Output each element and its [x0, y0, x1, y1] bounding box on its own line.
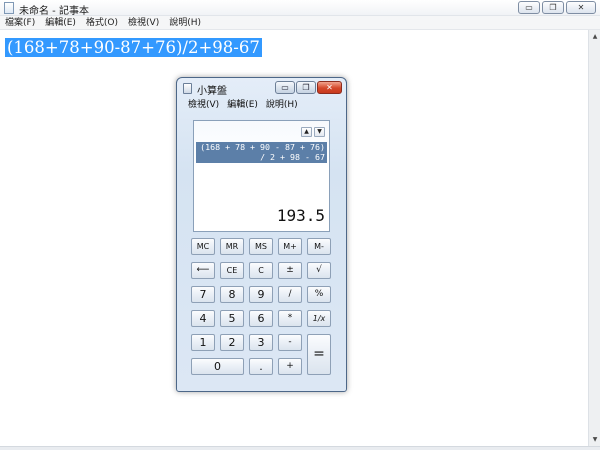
notepad-titlebar[interactable]: 未命名 - 記事本 ▭ ❐ ✕ — [0, 0, 600, 17]
menu-edit[interactable]: 編輯(E) — [45, 16, 76, 29]
result-value: 193.5 — [276, 206, 325, 225]
clear-button[interactable]: C — [249, 262, 273, 279]
memory-clear-button[interactable]: MC — [191, 238, 215, 255]
calc-menu-view[interactable]: 檢視(V) — [188, 98, 219, 112]
divide-button[interactable]: / — [278, 286, 302, 303]
calculator-window: 小算盤 ▭ ❐ ✕ 檢視(V) 編輯(E) 說明(H) ▲ ▼ (168 + 7… — [176, 77, 347, 392]
menu-file[interactable]: 檔案(F) — [5, 16, 35, 29]
menu-format[interactable]: 格式(O) — [86, 16, 118, 29]
calc-menu-edit[interactable]: 編輯(E) — [227, 98, 258, 112]
digit-8-button[interactable]: 8 — [220, 286, 244, 303]
add-button[interactable]: + — [278, 358, 302, 375]
calculator-restore-button[interactable]: ❐ — [296, 81, 316, 94]
memory-recall-button[interactable]: MR — [220, 238, 244, 255]
digit-7-button[interactable]: 7 — [191, 286, 215, 303]
notepad-close-button[interactable]: ✕ — [566, 1, 596, 14]
notepad-menubar: 檔案(F) 編輯(E) 格式(O) 檢視(V) 說明(H) — [0, 16, 600, 30]
calc-menu-help[interactable]: 說明(H) — [266, 98, 298, 112]
clear-entry-button[interactable]: CE — [220, 262, 244, 279]
digit-2-button[interactable]: 2 — [220, 334, 244, 351]
equals-button[interactable]: = — [307, 334, 331, 375]
memory-subtract-button[interactable]: M- — [307, 238, 331, 255]
calculator-display: ▲ ▼ (168 + 78 + 90 - 87 + 76) / 2 + 98 -… — [193, 120, 330, 232]
expression-history[interactable]: (168 + 78 + 90 - 87 + 76) / 2 + 98 - 67 — [196, 142, 327, 163]
digit-1-button[interactable]: 1 — [191, 334, 215, 351]
plus-minus-button[interactable]: ± — [278, 262, 302, 279]
expression-line-1: (168 + 78 + 90 - 87 + 76) — [200, 142, 325, 152]
notepad-vertical-scrollbar[interactable]: ▲ ▼ — [588, 30, 600, 447]
menu-help[interactable]: 說明(H) — [169, 16, 201, 29]
history-down-icon[interactable]: ▼ — [314, 127, 325, 137]
notepad-restore-button[interactable]: ❐ — [542, 1, 564, 14]
menu-view[interactable]: 檢視(V) — [128, 16, 159, 29]
calculator-minimize-button[interactable]: ▭ — [275, 81, 295, 94]
expression-line-2: / 2 + 98 - 67 — [260, 152, 325, 162]
notepad-window-title: 未命名 - 記事本 — [19, 6, 89, 17]
scroll-down-arrow-icon[interactable]: ▼ — [590, 434, 600, 446]
notepad-bottom-edge — [0, 446, 600, 450]
percent-button[interactable]: % — [307, 286, 331, 303]
digit-5-button[interactable]: 5 — [220, 310, 244, 327]
reciprocal-button[interactable]: 1/x — [307, 310, 331, 327]
square-root-button[interactable]: √ — [307, 262, 331, 279]
history-up-icon[interactable]: ▲ — [301, 127, 312, 137]
notepad-minimize-button[interactable]: ▭ — [518, 1, 540, 14]
notepad-window-controls: ▭ ❐ ✕ — [518, 1, 596, 14]
calculator-window-title: 小算盤 — [197, 86, 227, 97]
calculator-menubar: 檢視(V) 編輯(E) 說明(H) — [179, 98, 344, 112]
notepad-app-icon — [4, 2, 14, 14]
digit-4-button[interactable]: 4 — [191, 310, 215, 327]
calculator-window-controls: ▭ ❐ ✕ — [275, 81, 342, 94]
backspace-button[interactable]: ⟵ — [191, 262, 215, 279]
memory-store-button[interactable]: MS — [249, 238, 273, 255]
scroll-up-arrow-icon[interactable]: ▲ — [590, 31, 600, 43]
selected-text[interactable]: (168+78+90-87+76)/2+98-67 — [5, 38, 262, 57]
calculator-app-icon — [183, 83, 192, 94]
digit-0-button[interactable]: 0 — [191, 358, 244, 375]
calculator-titlebar[interactable]: 小算盤 ▭ ❐ ✕ — [177, 78, 346, 98]
digit-9-button[interactable]: 9 — [249, 286, 273, 303]
decimal-point-button[interactable]: . — [249, 358, 273, 375]
multiply-button[interactable]: * — [278, 310, 302, 327]
digit-6-button[interactable]: 6 — [249, 310, 273, 327]
memory-add-button[interactable]: M+ — [278, 238, 302, 255]
history-nav: ▲ ▼ — [301, 127, 325, 137]
calculator-close-button[interactable]: ✕ — [317, 81, 342, 94]
digit-3-button[interactable]: 3 — [249, 334, 273, 351]
subtract-button[interactable]: - — [278, 334, 302, 351]
